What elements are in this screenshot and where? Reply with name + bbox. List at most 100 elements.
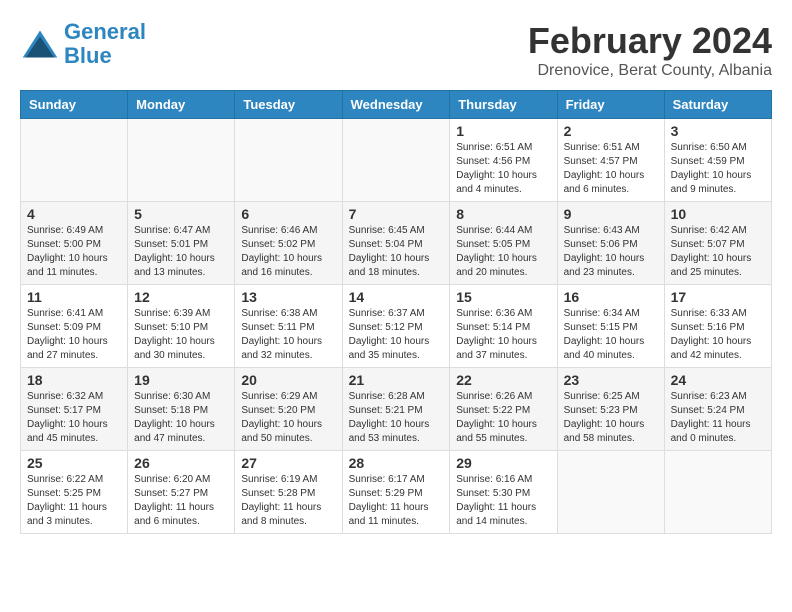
weekday-header: Monday bbox=[128, 91, 235, 119]
calendar-cell: 25 Sunrise: 6:22 AM Sunset: 5:25 PM Dayli… bbox=[21, 451, 128, 534]
day-number: 5 bbox=[134, 206, 228, 222]
day-info: Sunrise: 6:20 AM Sunset: 5:27 PM Dayligh… bbox=[134, 473, 228, 529]
calendar-cell: 29 Sunrise: 6:16 AM Sunset: 5:30 PM Dayli… bbox=[450, 451, 557, 534]
day-number: 23 bbox=[564, 372, 658, 388]
day-info: Sunrise: 6:16 AM Sunset: 5:30 PM Dayligh… bbox=[456, 473, 550, 529]
day-info: Sunrise: 6:43 AM Sunset: 5:06 PM Dayligh… bbox=[564, 224, 658, 280]
calendar-cell: 1 Sunrise: 6:51 AM Sunset: 4:56 PM Daylig… bbox=[450, 119, 557, 202]
calendar-week-row: 25 Sunrise: 6:22 AM Sunset: 5:25 PM Dayli… bbox=[21, 451, 772, 534]
weekday-header: Friday bbox=[557, 91, 664, 119]
weekday-header: Thursday bbox=[450, 91, 557, 119]
calendar-cell: 14Sunrise: 6:37 AM Sunset: 5:12 PM Dayli… bbox=[342, 285, 450, 368]
logo-line2: Blue bbox=[64, 43, 112, 68]
logo-icon bbox=[20, 29, 60, 59]
calendar-cell: 10 Sunrise: 6:42 AM Sunset: 5:07 PM Dayli… bbox=[664, 202, 771, 285]
day-info: Sunrise: 6:28 AM Sunset: 5:21 PM Dayligh… bbox=[349, 390, 444, 446]
calendar-week-row: 18 Sunrise: 6:32 AM Sunset: 5:17 PM Dayli… bbox=[21, 368, 772, 451]
calendar-week-row: 11Sunrise: 6:41 AM Sunset: 5:09 PM Dayli… bbox=[21, 285, 772, 368]
calendar-cell: 13 Sunrise: 6:38 AM Sunset: 5:11 PM Dayli… bbox=[235, 285, 342, 368]
day-number: 26 bbox=[134, 455, 228, 471]
calendar-cell: 6 Sunrise: 6:46 AM Sunset: 5:02 PM Daylig… bbox=[235, 202, 342, 285]
calendar-table: SundayMondayTuesdayWednesdayThursdayFrid… bbox=[20, 90, 772, 534]
calendar-cell bbox=[128, 119, 235, 202]
calendar-cell: 20Sunrise: 6:29 AM Sunset: 5:20 PM Dayli… bbox=[235, 368, 342, 451]
calendar-cell bbox=[664, 451, 771, 534]
calendar-cell bbox=[557, 451, 664, 534]
day-info: Sunrise: 6:33 AM Sunset: 5:16 PM Dayligh… bbox=[671, 307, 765, 363]
calendar-cell: 15Sunrise: 6:36 AM Sunset: 5:14 PM Dayli… bbox=[450, 285, 557, 368]
day-number: 13 bbox=[241, 289, 335, 305]
day-info: Sunrise: 6:19 AM Sunset: 5:28 PM Dayligh… bbox=[241, 473, 335, 529]
calendar-cell bbox=[342, 119, 450, 202]
day-number: 19 bbox=[134, 372, 228, 388]
day-info: Sunrise: 6:42 AM Sunset: 5:07 PM Dayligh… bbox=[671, 224, 765, 280]
calendar-cell: 9Sunrise: 6:43 AM Sunset: 5:06 PM Daylig… bbox=[557, 202, 664, 285]
day-number: 15 bbox=[456, 289, 550, 305]
day-number: 6 bbox=[241, 206, 335, 222]
day-info: Sunrise: 6:23 AM Sunset: 5:24 PM Dayligh… bbox=[671, 390, 765, 446]
calendar-cell: 2 Sunrise: 6:51 AM Sunset: 4:57 PM Daylig… bbox=[557, 119, 664, 202]
weekday-header-row: SundayMondayTuesdayWednesdayThursdayFrid… bbox=[21, 91, 772, 119]
calendar-cell: 26 Sunrise: 6:20 AM Sunset: 5:27 PM Dayli… bbox=[128, 451, 235, 534]
day-info: Sunrise: 6:46 AM Sunset: 5:02 PM Dayligh… bbox=[241, 224, 335, 280]
calendar-cell: 12Sunrise: 6:39 AM Sunset: 5:10 PM Dayli… bbox=[128, 285, 235, 368]
day-number: 28 bbox=[349, 455, 444, 471]
day-info: Sunrise: 6:25 AM Sunset: 5:23 PM Dayligh… bbox=[564, 390, 658, 446]
day-number: 20 bbox=[241, 372, 335, 388]
day-number: 21 bbox=[349, 372, 444, 388]
calendar-cell: 28 Sunrise: 6:17 AM Sunset: 5:29 PM Dayli… bbox=[342, 451, 450, 534]
day-number: 3 bbox=[671, 123, 765, 139]
weekday-header: Wednesday bbox=[342, 91, 450, 119]
day-number: 27 bbox=[241, 455, 335, 471]
calendar-cell: 18 Sunrise: 6:32 AM Sunset: 5:17 PM Dayli… bbox=[21, 368, 128, 451]
day-number: 10 bbox=[671, 206, 765, 222]
title-area: February 2024 Drenovice, Berat County, A… bbox=[528, 20, 772, 80]
calendar-week-row: 4 Sunrise: 6:49 AM Sunset: 5:00 PM Daylig… bbox=[21, 202, 772, 285]
day-number: 16 bbox=[564, 289, 658, 305]
calendar-cell: 16 Sunrise: 6:34 AM Sunset: 5:15 PM Dayli… bbox=[557, 285, 664, 368]
day-info: Sunrise: 6:49 AM Sunset: 5:00 PM Dayligh… bbox=[27, 224, 121, 280]
day-info: Sunrise: 6:34 AM Sunset: 5:15 PM Dayligh… bbox=[564, 307, 658, 363]
weekday-header: Saturday bbox=[664, 91, 771, 119]
weekday-header: Tuesday bbox=[235, 91, 342, 119]
day-info: Sunrise: 6:38 AM Sunset: 5:11 PM Dayligh… bbox=[241, 307, 335, 363]
page-header: General Blue February 2024 Drenovice, Be… bbox=[20, 20, 772, 80]
calendar-cell: 11Sunrise: 6:41 AM Sunset: 5:09 PM Dayli… bbox=[21, 285, 128, 368]
day-info: Sunrise: 6:39 AM Sunset: 5:10 PM Dayligh… bbox=[134, 307, 228, 363]
calendar-cell bbox=[235, 119, 342, 202]
day-number: 2 bbox=[564, 123, 658, 139]
day-info: Sunrise: 6:51 AM Sunset: 4:57 PM Dayligh… bbox=[564, 141, 658, 197]
month-title: February 2024 bbox=[528, 20, 772, 62]
day-info: Sunrise: 6:47 AM Sunset: 5:01 PM Dayligh… bbox=[134, 224, 228, 280]
calendar-cell: 24 Sunrise: 6:23 AM Sunset: 5:24 PM Dayli… bbox=[664, 368, 771, 451]
day-number: 22 bbox=[456, 372, 550, 388]
day-number: 18 bbox=[27, 372, 121, 388]
day-info: Sunrise: 6:17 AM Sunset: 5:29 PM Dayligh… bbox=[349, 473, 444, 529]
calendar-cell: 5 Sunrise: 6:47 AM Sunset: 5:01 PM Daylig… bbox=[128, 202, 235, 285]
calendar-cell: 8 Sunrise: 6:44 AM Sunset: 5:05 PM Daylig… bbox=[450, 202, 557, 285]
calendar-cell: 4 Sunrise: 6:49 AM Sunset: 5:00 PM Daylig… bbox=[21, 202, 128, 285]
day-info: Sunrise: 6:26 AM Sunset: 5:22 PM Dayligh… bbox=[456, 390, 550, 446]
calendar-cell: 21 Sunrise: 6:28 AM Sunset: 5:21 PM Dayli… bbox=[342, 368, 450, 451]
calendar-cell: 22 Sunrise: 6:26 AM Sunset: 5:22 PM Dayli… bbox=[450, 368, 557, 451]
day-number: 11 bbox=[27, 289, 121, 305]
day-info: Sunrise: 6:44 AM Sunset: 5:05 PM Dayligh… bbox=[456, 224, 550, 280]
day-info: Sunrise: 6:51 AM Sunset: 4:56 PM Dayligh… bbox=[456, 141, 550, 197]
day-info: Sunrise: 6:45 AM Sunset: 5:04 PM Dayligh… bbox=[349, 224, 444, 280]
day-number: 25 bbox=[27, 455, 121, 471]
day-number: 4 bbox=[27, 206, 121, 222]
day-info: Sunrise: 6:30 AM Sunset: 5:18 PM Dayligh… bbox=[134, 390, 228, 446]
day-number: 1 bbox=[456, 123, 550, 139]
calendar-cell: 3Sunrise: 6:50 AM Sunset: 4:59 PM Daylig… bbox=[664, 119, 771, 202]
weekday-header: Sunday bbox=[21, 91, 128, 119]
day-number: 8 bbox=[456, 206, 550, 222]
day-info: Sunrise: 6:32 AM Sunset: 5:17 PM Dayligh… bbox=[27, 390, 121, 446]
calendar-week-row: 1 Sunrise: 6:51 AM Sunset: 4:56 PM Daylig… bbox=[21, 119, 772, 202]
day-number: 29 bbox=[456, 455, 550, 471]
calendar-cell: 7 Sunrise: 6:45 AM Sunset: 5:04 PM Daylig… bbox=[342, 202, 450, 285]
day-number: 24 bbox=[671, 372, 765, 388]
day-number: 7 bbox=[349, 206, 444, 222]
day-number: 17 bbox=[671, 289, 765, 305]
day-info: Sunrise: 6:22 AM Sunset: 5:25 PM Dayligh… bbox=[27, 473, 121, 529]
calendar-cell: 19 Sunrise: 6:30 AM Sunset: 5:18 PM Dayli… bbox=[128, 368, 235, 451]
